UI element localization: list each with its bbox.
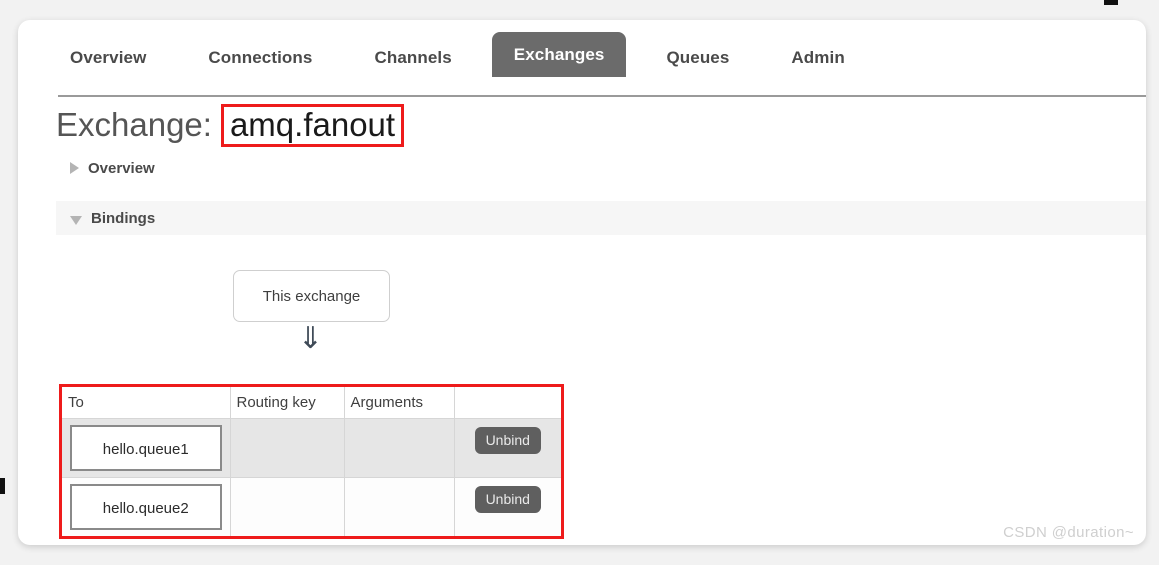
cell-actions: Unbind [454,418,561,478]
cell-to: hello.queue2 [62,477,231,536]
tab-admin[interactable]: Admin [769,38,866,77]
column-header-to: To [62,387,231,419]
cell-actions: Unbind [454,477,561,536]
exchange-name-highlighted: amq.fanout [220,104,405,147]
this-exchange-node: This exchange [233,270,390,322]
tabbar-divider [58,95,1146,97]
binding-direction-arrow-icon: ⇓ [297,322,324,355]
window-edge-mark-top-right [1104,0,1118,5]
cell-routing-key [230,418,345,478]
section-overview-toggle[interactable]: Overview [18,153,1146,183]
tab-connections[interactable]: Connections [186,38,334,77]
bindings-table: To Routing key Arguments hello.queue1 Un… [62,387,561,536]
tab-exchanges[interactable]: Exchanges [491,32,627,77]
section-bindings-label: Bindings [91,209,156,227]
cell-arguments [344,477,455,536]
tab-overview[interactable]: Overview [48,38,168,77]
table-row: hello.queue2 Unbind [62,477,561,536]
column-header-routing-key: Routing key [230,387,345,419]
tab-queues[interactable]: Queues [644,38,751,77]
cell-arguments [344,418,455,478]
watermark: CSDN @duration~ [1003,524,1134,541]
section-overview-label: Overview [88,159,155,177]
queue-link-hello-queue1[interactable]: hello.queue1 [70,425,222,471]
main-navigation-tabs: Overview Connections Channels Exchanges … [18,20,1146,77]
window-edge-mark-left [0,478,5,494]
page-title: Exchange: amq.fanout [56,104,1146,147]
cell-to: hello.queue1 [62,418,231,478]
queue-link-hello-queue2[interactable]: hello.queue2 [70,484,222,530]
section-bindings-toggle[interactable]: Bindings [56,201,1146,235]
unbind-button[interactable]: Unbind [474,485,541,513]
cell-routing-key [230,477,345,536]
unbind-button[interactable]: Unbind [474,426,541,454]
triangle-down-icon [70,215,82,225]
triangle-right-icon [70,162,79,174]
table-row: hello.queue1 Unbind [62,418,561,478]
tab-channels[interactable]: Channels [352,38,473,77]
page-title-label: Exchange: [56,106,212,143]
this-exchange-label: This exchange [262,287,361,305]
bindings-table-highlight: To Routing key Arguments hello.queue1 Un… [59,384,564,539]
table-header-row: To Routing key Arguments [62,387,561,419]
column-header-actions [454,387,561,419]
management-ui-panel: Overview Connections Channels Exchanges … [18,20,1146,545]
column-header-arguments: Arguments [344,387,455,419]
